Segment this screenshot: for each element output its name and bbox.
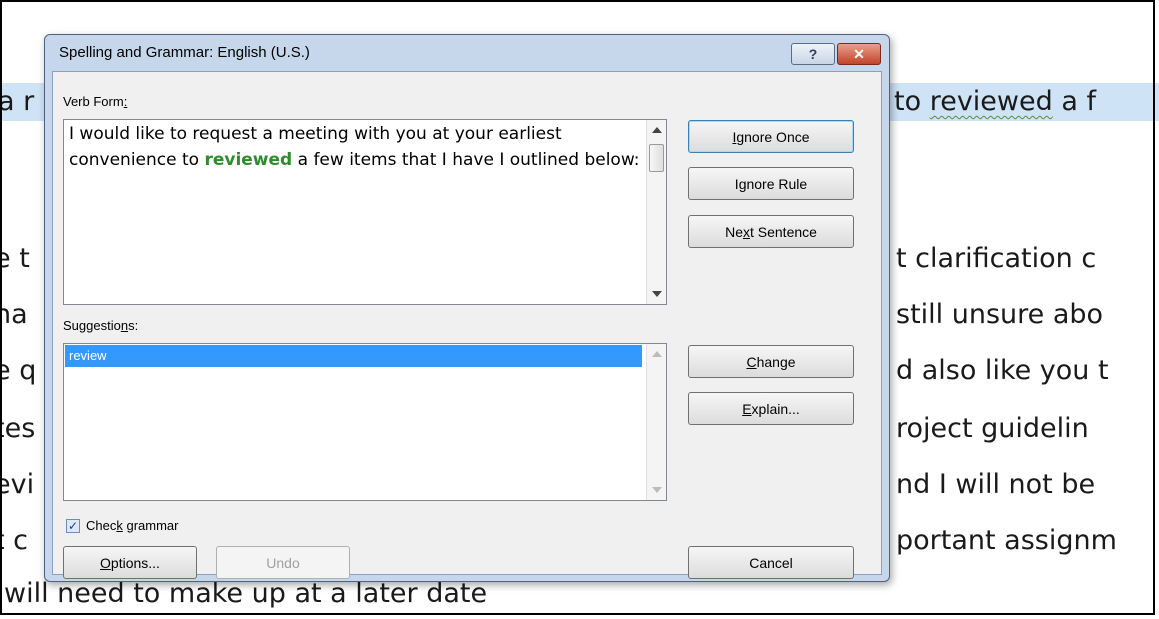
suggestion-item[interactable]: review: [65, 345, 642, 367]
doc-line1-post: a f: [1052, 86, 1096, 117]
doc-error-word[interactable]: reviewed: [930, 86, 1053, 117]
check-grammar-label[interactable]: Check grammar: [86, 518, 178, 533]
cancel-button[interactable]: Cancel: [688, 546, 854, 579]
options-button[interactable]: Options...: [63, 546, 197, 579]
doc-line-left: ha: [0, 299, 28, 330]
doc-line-left: t c: [0, 525, 29, 556]
close-icon[interactable]: ✕: [837, 43, 881, 65]
sentence-scrollbar[interactable]: [646, 120, 666, 304]
undo-button: Undo: [216, 546, 350, 579]
help-icon[interactable]: ?: [791, 43, 835, 65]
explain-button[interactable]: Explain...: [688, 392, 854, 425]
dialog-title: Spelling and Grammar: English (U.S.): [59, 44, 310, 61]
doc-line-right: nd I will not be: [896, 469, 1096, 500]
check-grammar-checkbox[interactable]: ✓: [66, 519, 80, 533]
spelling-grammar-dialog: Spelling and Grammar: English (U.S.) ? ✕…: [44, 34, 890, 582]
doc-line-right: still unsure abo: [896, 299, 1104, 330]
ignore-rule-button[interactable]: Ig nore Rule: [688, 167, 854, 200]
doc-line-left: e q: [0, 355, 37, 386]
dialog-body: Verb Form: I would like to request a mee…: [52, 71, 882, 579]
scroll-down-icon[interactable]: [652, 487, 662, 493]
suggestions-list[interactable]: review: [63, 343, 667, 501]
doc-line-left: e t: [0, 243, 30, 274]
doc-line-right: t clarification c: [896, 243, 1097, 274]
doc-line1-right: to reviewed a f: [894, 83, 1096, 121]
next-sentence-button[interactable]: Ne x t Sentence: [688, 215, 854, 248]
error-type-label: Verb Form:: [63, 94, 128, 109]
sentence-textbox[interactable]: I would like to request a meeting with y…: [63, 119, 667, 305]
help-glyph: ?: [808, 46, 818, 62]
sentence-text[interactable]: I would like to request a meeting with y…: [69, 121, 641, 173]
doc-line1-left: a r: [0, 86, 35, 117]
dialog-titlebar[interactable]: Spelling and Grammar: English (U.S.) ? ✕: [45, 35, 889, 71]
doc-line-right: roject guidelin: [896, 413, 1089, 444]
change-button[interactable]: Change: [688, 345, 854, 378]
close-glyph: ✕: [853, 45, 865, 62]
doc-line-right: portant assignm: [896, 525, 1117, 556]
scroll-down-icon[interactable]: [652, 291, 662, 297]
checkmark-icon: ✓: [67, 519, 79, 533]
scroll-up-icon[interactable]: [652, 127, 662, 133]
scroll-thumb[interactable]: [649, 144, 664, 172]
suggestions-scrollbar[interactable]: [646, 344, 666, 500]
doc-line-left: evi: [0, 469, 35, 500]
doc-line1-pre: to: [894, 86, 930, 117]
doc-line-right: d also like you t: [896, 355, 1109, 386]
suggestions-label: Suggestions:: [63, 318, 139, 333]
scroll-up-icon[interactable]: [652, 351, 662, 357]
ignore-once-button[interactable]: Ignore Once: [688, 120, 854, 153]
error-word: reviewed: [204, 150, 293, 170]
doc-line-left: tes: [0, 413, 36, 444]
